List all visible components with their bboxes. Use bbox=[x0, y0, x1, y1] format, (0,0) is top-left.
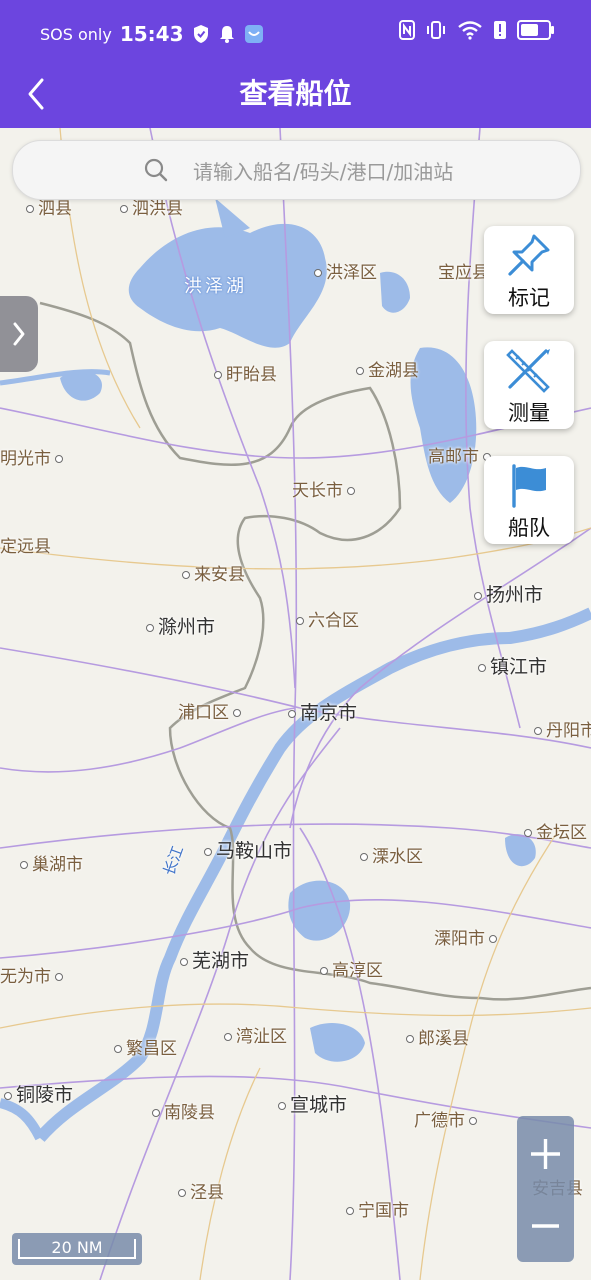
place-nanjing: 南京市 bbox=[284, 698, 357, 725]
fleet-button-label: 船队 bbox=[508, 516, 550, 540]
place-pukou: 浦口区 bbox=[178, 698, 245, 723]
place-chaohu: 巢湖市 bbox=[16, 850, 83, 875]
app-top-bar: SOS only 15:43 查看船位 bbox=[0, 0, 591, 128]
place-mingguang: 明光市 bbox=[0, 444, 67, 469]
chevron-right-icon bbox=[13, 322, 25, 346]
place-laian: 来安县 bbox=[178, 560, 245, 585]
place-hongze-district: 洪泽区 bbox=[310, 258, 377, 283]
place-tongling: 铜陵市 bbox=[0, 1080, 73, 1107]
carrier-label: SOS only bbox=[40, 24, 112, 44]
status-bar: SOS only 15:43 bbox=[0, 0, 591, 64]
zoom-in-button[interactable] bbox=[517, 1124, 574, 1184]
place-liuhe: 六合区 bbox=[292, 606, 359, 631]
map-scale-bar: 20 NM bbox=[12, 1233, 142, 1265]
scale-label: 20 NM bbox=[51, 1238, 103, 1257]
place-nanling: 南陵县 bbox=[148, 1098, 215, 1123]
place-zhenjiang: 镇江市 bbox=[474, 652, 547, 679]
place-baoying: 宝应县 bbox=[438, 263, 489, 283]
flag-icon bbox=[512, 464, 546, 508]
zoom-control bbox=[517, 1116, 574, 1262]
minus-icon bbox=[532, 1224, 559, 1228]
place-liyang: 溧阳市 bbox=[434, 924, 501, 949]
place-fanchang: 繁昌区 bbox=[110, 1034, 177, 1059]
place-yangzhou: 扬州市 bbox=[470, 580, 543, 607]
place-gaochun: 高淳区 bbox=[316, 956, 383, 981]
screen: 泗县 泗洪县 洪泽湖 洪泽区 宝应县 盱眙县 金湖县 明光市 高邮市 天长市 定… bbox=[0, 0, 591, 1280]
place-danyang: 丹阳市 bbox=[530, 716, 591, 741]
status-left: SOS only 15:43 bbox=[40, 22, 264, 46]
place-wuhu: 芜湖市 bbox=[176, 946, 249, 973]
pin-icon bbox=[508, 234, 550, 276]
place-lishui: 溧水区 bbox=[356, 842, 423, 867]
place-maanshan: 马鞍山市 bbox=[200, 836, 292, 863]
mark-button[interactable]: 标记 bbox=[484, 226, 574, 314]
place-xuancheng: 宣城市 bbox=[274, 1090, 347, 1117]
place-tianchang: 天长市 bbox=[292, 476, 359, 501]
page-header: 查看船位 bbox=[0, 64, 591, 128]
place-guangde: 广德市 bbox=[414, 1106, 481, 1131]
place-langxi: 郎溪县 bbox=[402, 1024, 469, 1049]
place-wanzhi: 湾沚区 bbox=[220, 1022, 287, 1047]
place-jinhu: 金湖县 bbox=[352, 356, 419, 381]
place-dingyuan: 定远县 bbox=[0, 537, 51, 557]
shield-icon bbox=[193, 25, 208, 43]
place-ningguo: 宁国市 bbox=[342, 1196, 409, 1221]
measure-button-label: 测量 bbox=[508, 401, 550, 425]
fleet-button[interactable]: 船队 bbox=[484, 456, 574, 544]
app-notification-icon bbox=[244, 25, 263, 43]
ruler-icon bbox=[506, 349, 550, 393]
nfc-icon bbox=[399, 20, 415, 40]
place-wuwei: 无为市 bbox=[0, 962, 67, 987]
zoom-out-button[interactable] bbox=[517, 1196, 574, 1256]
measure-button[interactable]: 测量 bbox=[484, 341, 574, 429]
side-panel-toggle[interactable] bbox=[0, 296, 38, 372]
search-icon bbox=[144, 158, 168, 182]
status-right bbox=[399, 20, 554, 40]
place-jintan: 金坛区 bbox=[520, 818, 587, 843]
search-input[interactable]: 请输入船名/码头/港口/加油站 bbox=[12, 140, 581, 200]
clock: 15:43 bbox=[119, 22, 184, 46]
battery-icon bbox=[517, 20, 554, 40]
search-placeholder: 请输入船名/码头/港口/加油站 bbox=[193, 160, 454, 184]
plus-icon bbox=[531, 1139, 560, 1169]
alert-icon bbox=[494, 21, 506, 39]
mark-button-label: 标记 bbox=[508, 286, 550, 310]
vibrate-icon bbox=[427, 21, 445, 39]
page-title: 查看船位 bbox=[239, 77, 352, 110]
bell-icon bbox=[219, 26, 234, 43]
place-hongze-lake: 洪泽湖 bbox=[184, 276, 247, 297]
wifi-icon bbox=[458, 21, 482, 40]
place-xuyi: 盱眙县 bbox=[210, 360, 277, 385]
place-jingxian: 泾县 bbox=[174, 1178, 224, 1203]
place-chuzhou: 滁州市 bbox=[142, 612, 215, 639]
